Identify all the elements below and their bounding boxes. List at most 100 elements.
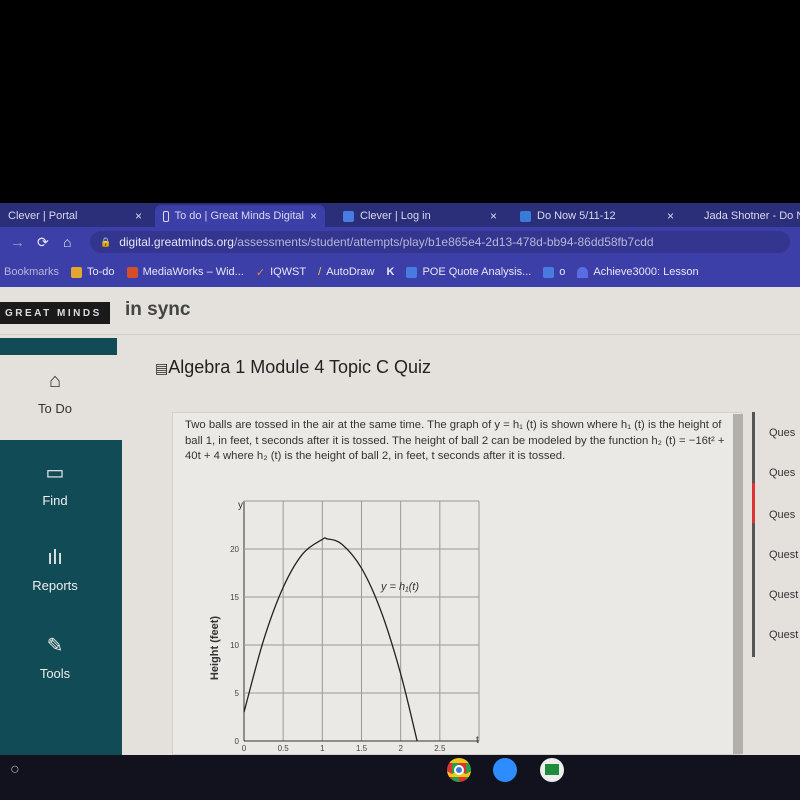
question-link[interactable]: Quest	[769, 549, 798, 561]
tab-label: Clever | Portal	[8, 210, 78, 222]
bookmark-label: Achieve3000: Lesson	[593, 266, 699, 278]
todo-icon	[71, 266, 83, 278]
clever-icon	[343, 210, 354, 222]
bookmark-k[interactable]: K	[386, 266, 394, 278]
bookmark-label: MediaWorks – Wid...	[142, 266, 244, 278]
pencil-icon: /	[318, 266, 322, 278]
question-link[interactable]: Quest	[769, 629, 798, 641]
grid	[243, 500, 480, 742]
bookmarks-label[interactable]: Bookmarks	[4, 266, 59, 278]
bookmark-poe[interactable]: POE Quote Analysis...	[406, 266, 531, 278]
nav-reports[interactable]: ılı Reports	[0, 547, 110, 593]
tab-clever-portal[interactable]: Clever | Portal ×	[0, 205, 150, 227]
home-icon: ⌂	[48, 370, 62, 392]
x-tick-label: 1	[320, 744, 325, 753]
y-tick-label: 20	[230, 545, 239, 554]
zoom-icon[interactable]	[493, 758, 517, 782]
mediaworks-icon	[126, 266, 138, 278]
question-link[interactable]: Ques	[769, 467, 795, 479]
bookmark-todo[interactable]: To-do	[71, 266, 115, 278]
graph: 0 0.5 1 1.5 2 2.5 0 5 10 15 20 y t Height (feet) y…	[209, 500, 480, 753]
bookmark-label: AutoDraw	[326, 266, 375, 278]
scrollbar[interactable]	[733, 414, 743, 754]
app-window: GREAT MINDS in sync ⌂ To Do ▭ Find ılı Repo…	[0, 287, 800, 755]
sidebar-banner	[0, 338, 117, 355]
y-axis-title: Height (feet)	[209, 616, 221, 681]
y-axis-label: y	[238, 500, 243, 511]
bookmark-achieve3000[interactable]: Achieve3000: Lesson	[577, 266, 699, 278]
docs-icon	[406, 266, 418, 278]
curve-label: y = h₁(t)	[380, 581, 419, 593]
x-tick-label: 0	[242, 744, 247, 753]
close-icon[interactable]: ×	[490, 209, 497, 223]
bookmark-label: IQWST	[270, 266, 307, 278]
nav-label: Reports	[32, 578, 78, 593]
tab-do-now[interactable]: Do Now 5/11-12 ×	[512, 205, 682, 227]
tools-icon: ✎	[46, 635, 64, 657]
bookmark-label: K	[386, 266, 395, 278]
docs-icon	[543, 266, 555, 278]
question-link[interactable]: Ques	[769, 509, 795, 521]
nav-to-do[interactable]: ⌂ To Do	[0, 370, 110, 416]
close-icon[interactable]: ×	[667, 209, 674, 223]
document-icon: ▤	[155, 360, 169, 376]
y-tick-label: 10	[230, 641, 239, 650]
h1-curve	[243, 537, 418, 742]
iqwst-icon: ✓	[255, 266, 266, 279]
taskbar: ○	[0, 755, 800, 800]
x-tick-label: 0.5	[278, 744, 290, 753]
nav-find[interactable]: ▭ Find	[0, 460, 110, 508]
y-tick-label: 5	[235, 689, 240, 698]
bookmark-label: To-do	[87, 266, 115, 278]
lock-icon: 🔒	[100, 236, 112, 247]
app-header: GREAT MINDS in sync	[0, 287, 800, 335]
url-input[interactable]: 🔒 digital.greatminds.org/assessments/stud…	[90, 231, 790, 253]
tab-label: Jada Shotner - Do N	[704, 210, 800, 222]
bookmark-mediaworks[interactable]: MediaWorks – Wid...	[126, 266, 244, 278]
page-icon	[163, 210, 169, 222]
bookmark-iqwst[interactable]: ✓ IQWST	[256, 266, 306, 279]
classroom-icon[interactable]	[540, 758, 564, 782]
x-tick-label: 1.5	[356, 744, 368, 753]
quiz-title: Algebra 1 Module 4 Topic C Quiz	[168, 357, 432, 377]
close-icon[interactable]: ×	[310, 209, 317, 223]
chrome-icon[interactable]	[447, 758, 471, 782]
question-link[interactable]: Quest	[769, 589, 798, 601]
x-tick-label: 2.5	[434, 744, 446, 753]
page-title: ▤Algebra 1 Module 4 Topic C Quiz	[155, 357, 431, 378]
nav-label: Tools	[39, 666, 71, 681]
bookmark-o[interactable]: o	[543, 266, 565, 278]
y-tick-label: 15	[230, 593, 239, 602]
tab-jada[interactable]: Jada Shotner - Do N	[690, 205, 800, 227]
reload-icon[interactable]: ⟳	[37, 234, 49, 251]
x-tick-label: 2	[398, 744, 403, 753]
tab-label: To do | Great Minds Digital	[174, 210, 304, 222]
sidebar: ⌂ To Do ▭ Find ılı Reports ✎ Tools	[0, 335, 130, 755]
logo[interactable]: GREAT MINDS	[0, 302, 110, 324]
bookmark-autodraw[interactable]: / AutoDraw	[318, 266, 374, 278]
forward-icon[interactable]: →	[10, 234, 25, 251]
tab-label: Do Now 5/11-12	[537, 210, 616, 222]
y-tick-label: 0	[235, 737, 240, 746]
achieve-icon	[577, 266, 589, 278]
launcher-icon[interactable]: ○	[10, 761, 20, 779]
tab-great-minds[interactable]: To do | Great Minds Digital ×	[155, 205, 325, 227]
home-icon[interactable]: ⌂	[63, 234, 71, 250]
address-bar-row: → ⟳ ⌂ 🔒 digital.greatminds.org/assessment…	[0, 227, 800, 257]
bookmark-label: POE Quote Analysis...	[422, 266, 532, 278]
book-icon: ▭	[45, 462, 65, 484]
product-name: in sync	[125, 299, 191, 320]
bar-chart-icon: ılı	[47, 547, 63, 569]
tab-label: Clever | Log in	[360, 210, 431, 222]
bookmark-label: o	[559, 266, 566, 278]
tab-strip: Clever | Portal × To do | Great Minds Dig…	[0, 203, 800, 227]
close-icon[interactable]: ×	[135, 209, 142, 223]
x-axis-label: t	[476, 735, 479, 746]
classroom-icon	[520, 210, 531, 222]
question-link[interactable]: Ques	[769, 427, 795, 439]
tab-clever-login[interactable]: Clever | Log in ×	[335, 205, 505, 227]
bookmarks-bar: Bookmarks To-do MediaWorks – Wid... ✓ IQW…	[0, 257, 800, 287]
nav-label: To Do	[38, 401, 72, 416]
nav-tools[interactable]: ✎ Tools	[0, 633, 110, 681]
question-panel: Two balls are tossed in the air at the s…	[172, 412, 742, 755]
